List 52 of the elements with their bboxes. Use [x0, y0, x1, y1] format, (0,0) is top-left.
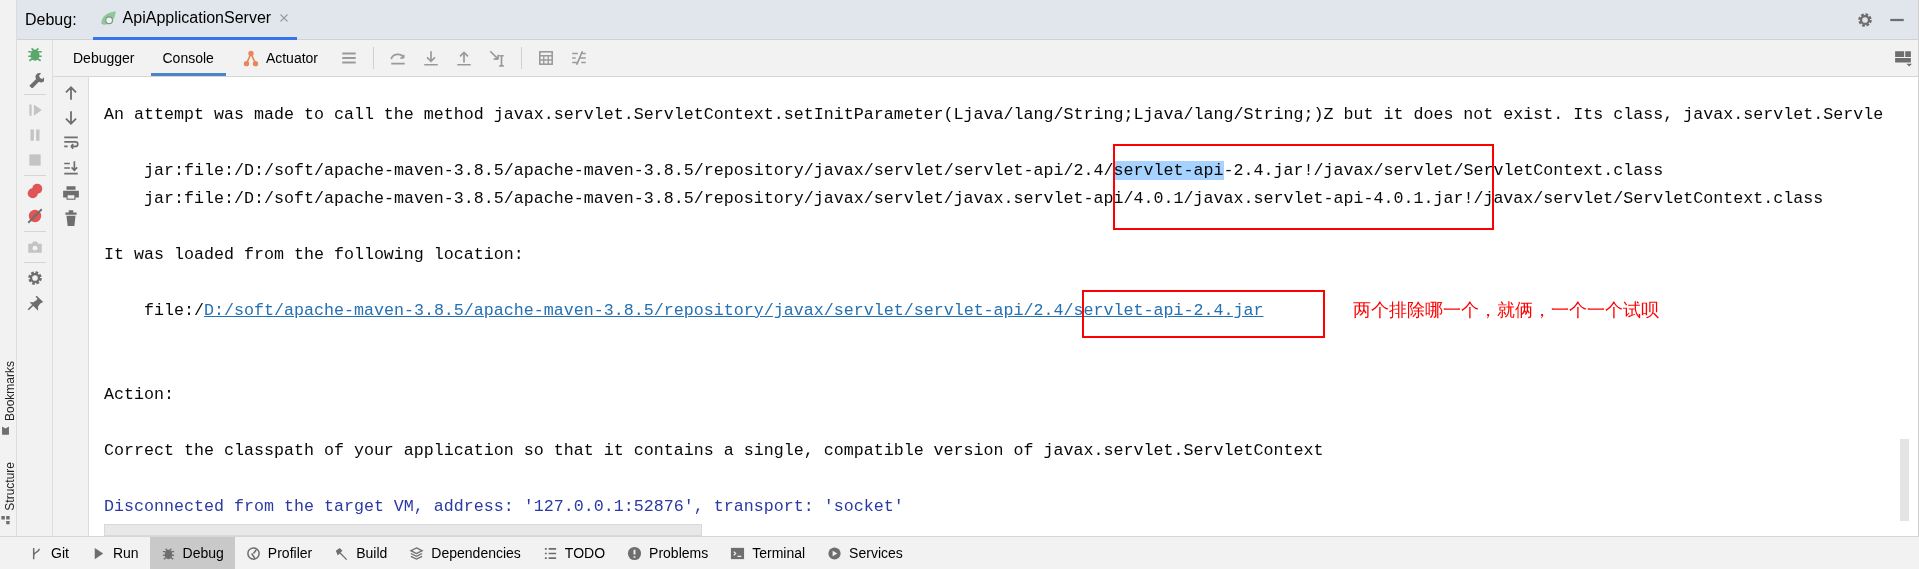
side-tab[interactable]: Bookmarks [0, 361, 16, 437]
tool-window-tab[interactable]: Debug [149, 537, 235, 569]
services-icon [827, 545, 843, 561]
console-line: Action: [104, 384, 174, 406]
bookmark-icon [0, 425, 11, 437]
mute-breakpoints-icon [25, 207, 44, 225]
hammer-icon [334, 545, 350, 561]
tool-window-tab[interactable]: Services [816, 537, 914, 569]
trace-icon[interactable] [570, 49, 588, 67]
console-line: It was loaded from the following location: [104, 244, 524, 266]
exclamation-icon [627, 545, 643, 561]
settings-icon [25, 269, 44, 287]
actuator-icon [241, 49, 260, 67]
breakpoints-icon [25, 182, 44, 200]
tool-window-tab[interactable]: TODO [531, 537, 617, 569]
scrollbar[interactable] [1900, 439, 1909, 521]
menu-icon[interactable] [340, 49, 358, 67]
tool-window-tab[interactable]: Run [79, 537, 150, 569]
step-out-icon[interactable] [455, 49, 473, 67]
annotation-note: 两个排除哪一个，就俩，一个一个试呗 [1353, 298, 1659, 322]
settings-icon[interactable] [1856, 10, 1874, 29]
scroll-to-end-icon[interactable] [61, 159, 80, 177]
profiler-icon [245, 545, 261, 561]
tool-window-tab[interactable]: Build [323, 537, 399, 569]
calculator-icon[interactable] [537, 49, 555, 67]
view-tab[interactable]: Debugger [61, 40, 147, 76]
run-to-cursor-icon[interactable] [488, 49, 506, 67]
layers-icon [409, 545, 425, 561]
console-line: An attempt was made to call the method javax.servlet.ServletContext.setInitParameter(Ljava/lang/String;Ljava/lang/String;)Z but it does not exist. Its class, javax.servlet.Servle [104, 104, 1884, 126]
layout-icon[interactable] [1894, 49, 1912, 67]
tool-window-tab[interactable]: Profiler [234, 537, 324, 569]
pin-icon [25, 294, 44, 312]
terminal-icon [730, 545, 746, 561]
tool-window-tab[interactable]: Terminal [719, 537, 817, 569]
printer-icon[interactable] [61, 184, 80, 202]
spring-leaf-icon [98, 9, 117, 27]
console-line: Disconnected from the target VM, address: '127.0.0.1:52876', transport: 'socket' [104, 496, 904, 518]
tool-window-tab[interactable]: Git [18, 537, 80, 569]
tool-window-tab[interactable]: Dependencies [398, 537, 532, 569]
bug-icon [25, 45, 44, 63]
console-line: file:/ [144, 301, 204, 320]
panel-label: Debug: [25, 10, 77, 29]
soft-wrap-icon[interactable] [61, 134, 80, 152]
side-tab[interactable]: Structure [0, 462, 16, 526]
scrollbar[interactable] [104, 524, 702, 536]
step-into-icon[interactable] [422, 49, 440, 67]
tool-window-tab[interactable]: Problems [616, 537, 720, 569]
view-tab[interactable]: Actuator [229, 40, 330, 76]
list-icon [542, 545, 558, 561]
camera-icon [25, 238, 44, 256]
console-line: Correct the classpath of your application so that it contains a single, compatible version of javax.servlet.ServletContext [104, 440, 1324, 462]
structure-icon [0, 515, 11, 526]
